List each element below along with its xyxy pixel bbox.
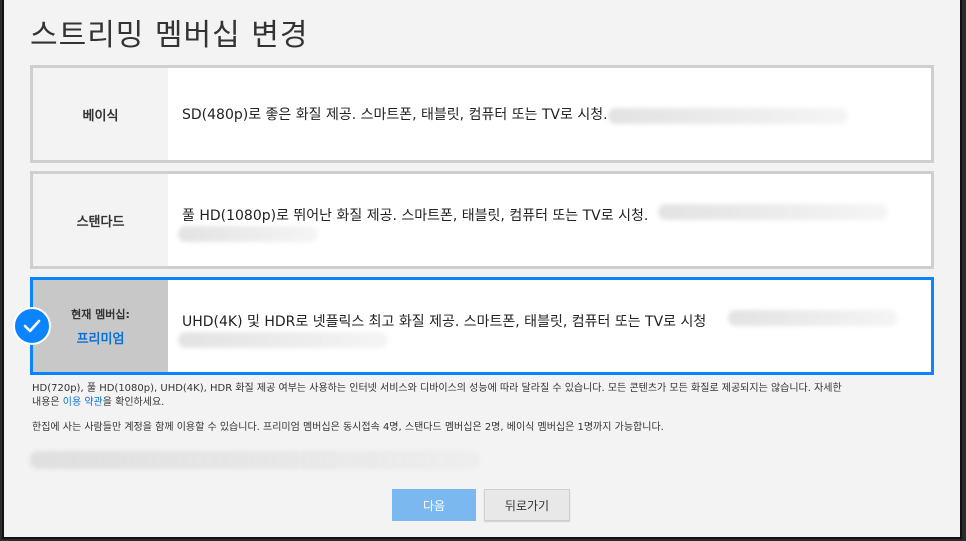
plan-option-basic[interactable]: 베이식 SD(480p)로 좋은 화질 제공. 스마트폰, 태블릿, 컴퓨터 또… xyxy=(30,65,934,163)
plan-description-text: 풀 HD(1080p)로 뛰어난 화질 제공. 스마트폰, 태블릿, 컴퓨터 또… xyxy=(182,208,649,224)
blurred-text xyxy=(30,451,480,469)
plan-description: UHD(4K) 및 HDR로 넷플릭스 최고 화질 제공. 스마트폰, 태블릿,… xyxy=(168,280,931,372)
dialog-frame: 스트리밍 멤버십 변경 베이식 SD(480p)로 좋은 화질 제공. 스마트폰… xyxy=(2,0,962,539)
terms-link[interactable]: 이용 약관 xyxy=(63,397,103,408)
plan-option-standard[interactable]: 스탠다드 풀 HD(1080p)로 뛰어난 화질 제공. 스마트폰, 태블릿, … xyxy=(30,171,934,269)
quality-note: HD(720p), 풀 HD(1080p), UHD(4K), HDR 화질 제… xyxy=(32,382,932,410)
plan-name: 스탠다드 xyxy=(33,174,168,266)
plan-name-label: 베이식 xyxy=(82,108,119,124)
blurred-text xyxy=(608,108,848,124)
household-note: 한집에 사는 사람들만 계정을 함께 이용할 수 있습니다. 프리미엄 멤버십은… xyxy=(32,422,664,433)
blurred-text xyxy=(658,204,888,220)
current-membership-label: 현재 멤버십: xyxy=(71,307,130,321)
quality-note-line2: 내용은 이용 약관을 확인하세요. xyxy=(32,396,932,410)
plan-description: 풀 HD(1080p)로 뛰어난 화질 제공. 스마트폰, 태블릿, 컴퓨터 또… xyxy=(168,174,931,266)
back-button[interactable]: 뒤로가기 xyxy=(484,489,570,521)
blurred-text xyxy=(178,332,388,348)
plan-name: 베이식 xyxy=(33,68,168,160)
quality-note-line1: HD(720p), 풀 HD(1080p), UHD(4K), HDR 화질 제… xyxy=(32,383,842,394)
blurred-text xyxy=(728,310,898,326)
next-button[interactable]: 다음 xyxy=(392,489,476,521)
page-title: 스트리밍 멤버십 변경 xyxy=(30,18,309,53)
plan-option-premium[interactable]: 현재 멤버십: 프리미엄 UHD(4K) 및 HDR로 넷플릭스 최고 화질 제… xyxy=(30,277,934,375)
plan-description-text: SD(480p)로 좋은 화질 제공. 스마트폰, 태블릿, 컴퓨터 또는 TV… xyxy=(182,107,608,123)
quality-note-suffix: 을 확인하세요. xyxy=(102,397,165,408)
plan-description-text: UHD(4K) 및 HDR로 넷플릭스 최고 화질 제공. 스마트폰, 태블릿,… xyxy=(182,314,707,330)
selected-check-icon xyxy=(13,307,51,345)
plan-description: SD(480p)로 좋은 화질 제공. 스마트폰, 태블릿, 컴퓨터 또는 TV… xyxy=(168,68,931,160)
blurred-text xyxy=(178,226,318,242)
plan-name-label: 프리미엄 xyxy=(76,331,125,347)
plan-name-label: 스탠다드 xyxy=(76,214,125,230)
plan-name: 현재 멤버십: 프리미엄 xyxy=(33,280,168,372)
quality-note-prefix: 내용은 xyxy=(32,397,63,408)
